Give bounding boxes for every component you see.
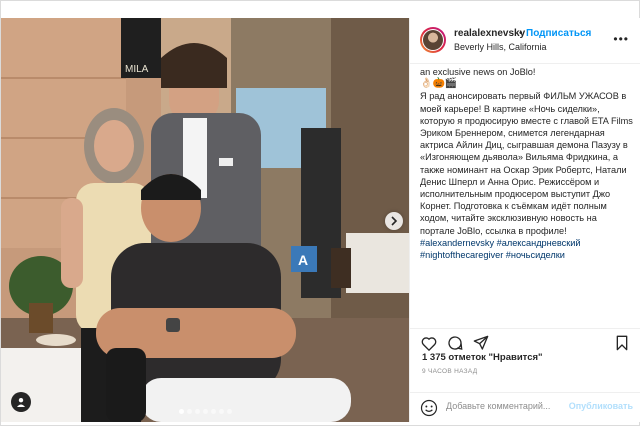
emoji-picker-icon[interactable] <box>420 399 438 417</box>
caption-hashtags[interactable]: #alexandernevsky #александрневский #nigh… <box>420 237 634 261</box>
comment-input[interactable] <box>446 401 566 411</box>
post-side-pane: realalexnevsky • Подписаться Beverly Hil… <box>409 18 640 422</box>
comment-icon[interactable] <box>446 334 464 352</box>
post-photo[interactable]: MILA A <box>1 18 409 422</box>
next-photo-button[interactable] <box>385 212 403 230</box>
sign-text: MILA <box>125 64 149 75</box>
carousel-dot <box>178 409 184 414</box>
bookmark-icon[interactable] <box>613 334 631 352</box>
post-timestamp: 9 ЧАСОВ НАЗАД <box>422 368 478 375</box>
carousel-dots <box>1 409 409 414</box>
comment-bar: Опубликовать <box>410 392 640 422</box>
publish-button[interactable]: Опубликовать <box>569 401 633 411</box>
header-separator: • <box>519 28 523 39</box>
post-frame: MILA A realalexnevsky • Подписаться Beve… <box>0 0 640 426</box>
caption-top-line: an exclusive news on JoBlo! <box>420 67 536 77</box>
more-dots-icon[interactable]: ••• <box>613 32 629 46</box>
post-actions <box>410 328 640 354</box>
carousel-dot <box>218 409 224 414</box>
heart-icon[interactable] <box>420 334 438 352</box>
post-header: realalexnevsky • Подписаться Beverly Hil… <box>410 18 640 64</box>
avatar[interactable] <box>420 27 446 53</box>
avatar-image <box>423 30 443 50</box>
street-sign-text: A <box>298 252 308 268</box>
username-link[interactable]: realalexnevsky <box>454 28 525 39</box>
carousel-dot <box>226 409 232 414</box>
chevron-right-icon <box>391 216 398 226</box>
carousel-dot <box>210 409 216 414</box>
caption-emojis: 👌🏻🎃🎬 <box>420 78 458 90</box>
post-caption: an exclusive news on JoBlo! 👌🏻🎃🎬 Я рад а… <box>420 66 634 328</box>
carousel-dot <box>194 409 200 414</box>
follow-button[interactable]: Подписаться <box>526 28 591 39</box>
location-link[interactable]: Beverly Hills, California <box>454 42 547 52</box>
share-icon[interactable] <box>472 334 490 352</box>
carousel-dot <box>202 409 208 414</box>
photo-illustration: MILA A <box>1 18 409 422</box>
likes-count[interactable]: 1 375 отметок "Нравится" <box>422 352 543 363</box>
person-icon <box>17 398 25 407</box>
carousel-dot <box>186 409 192 414</box>
caption-body: Я рад анонсировать первый ФИЛЬМ УЖАСОВ в… <box>420 91 633 236</box>
